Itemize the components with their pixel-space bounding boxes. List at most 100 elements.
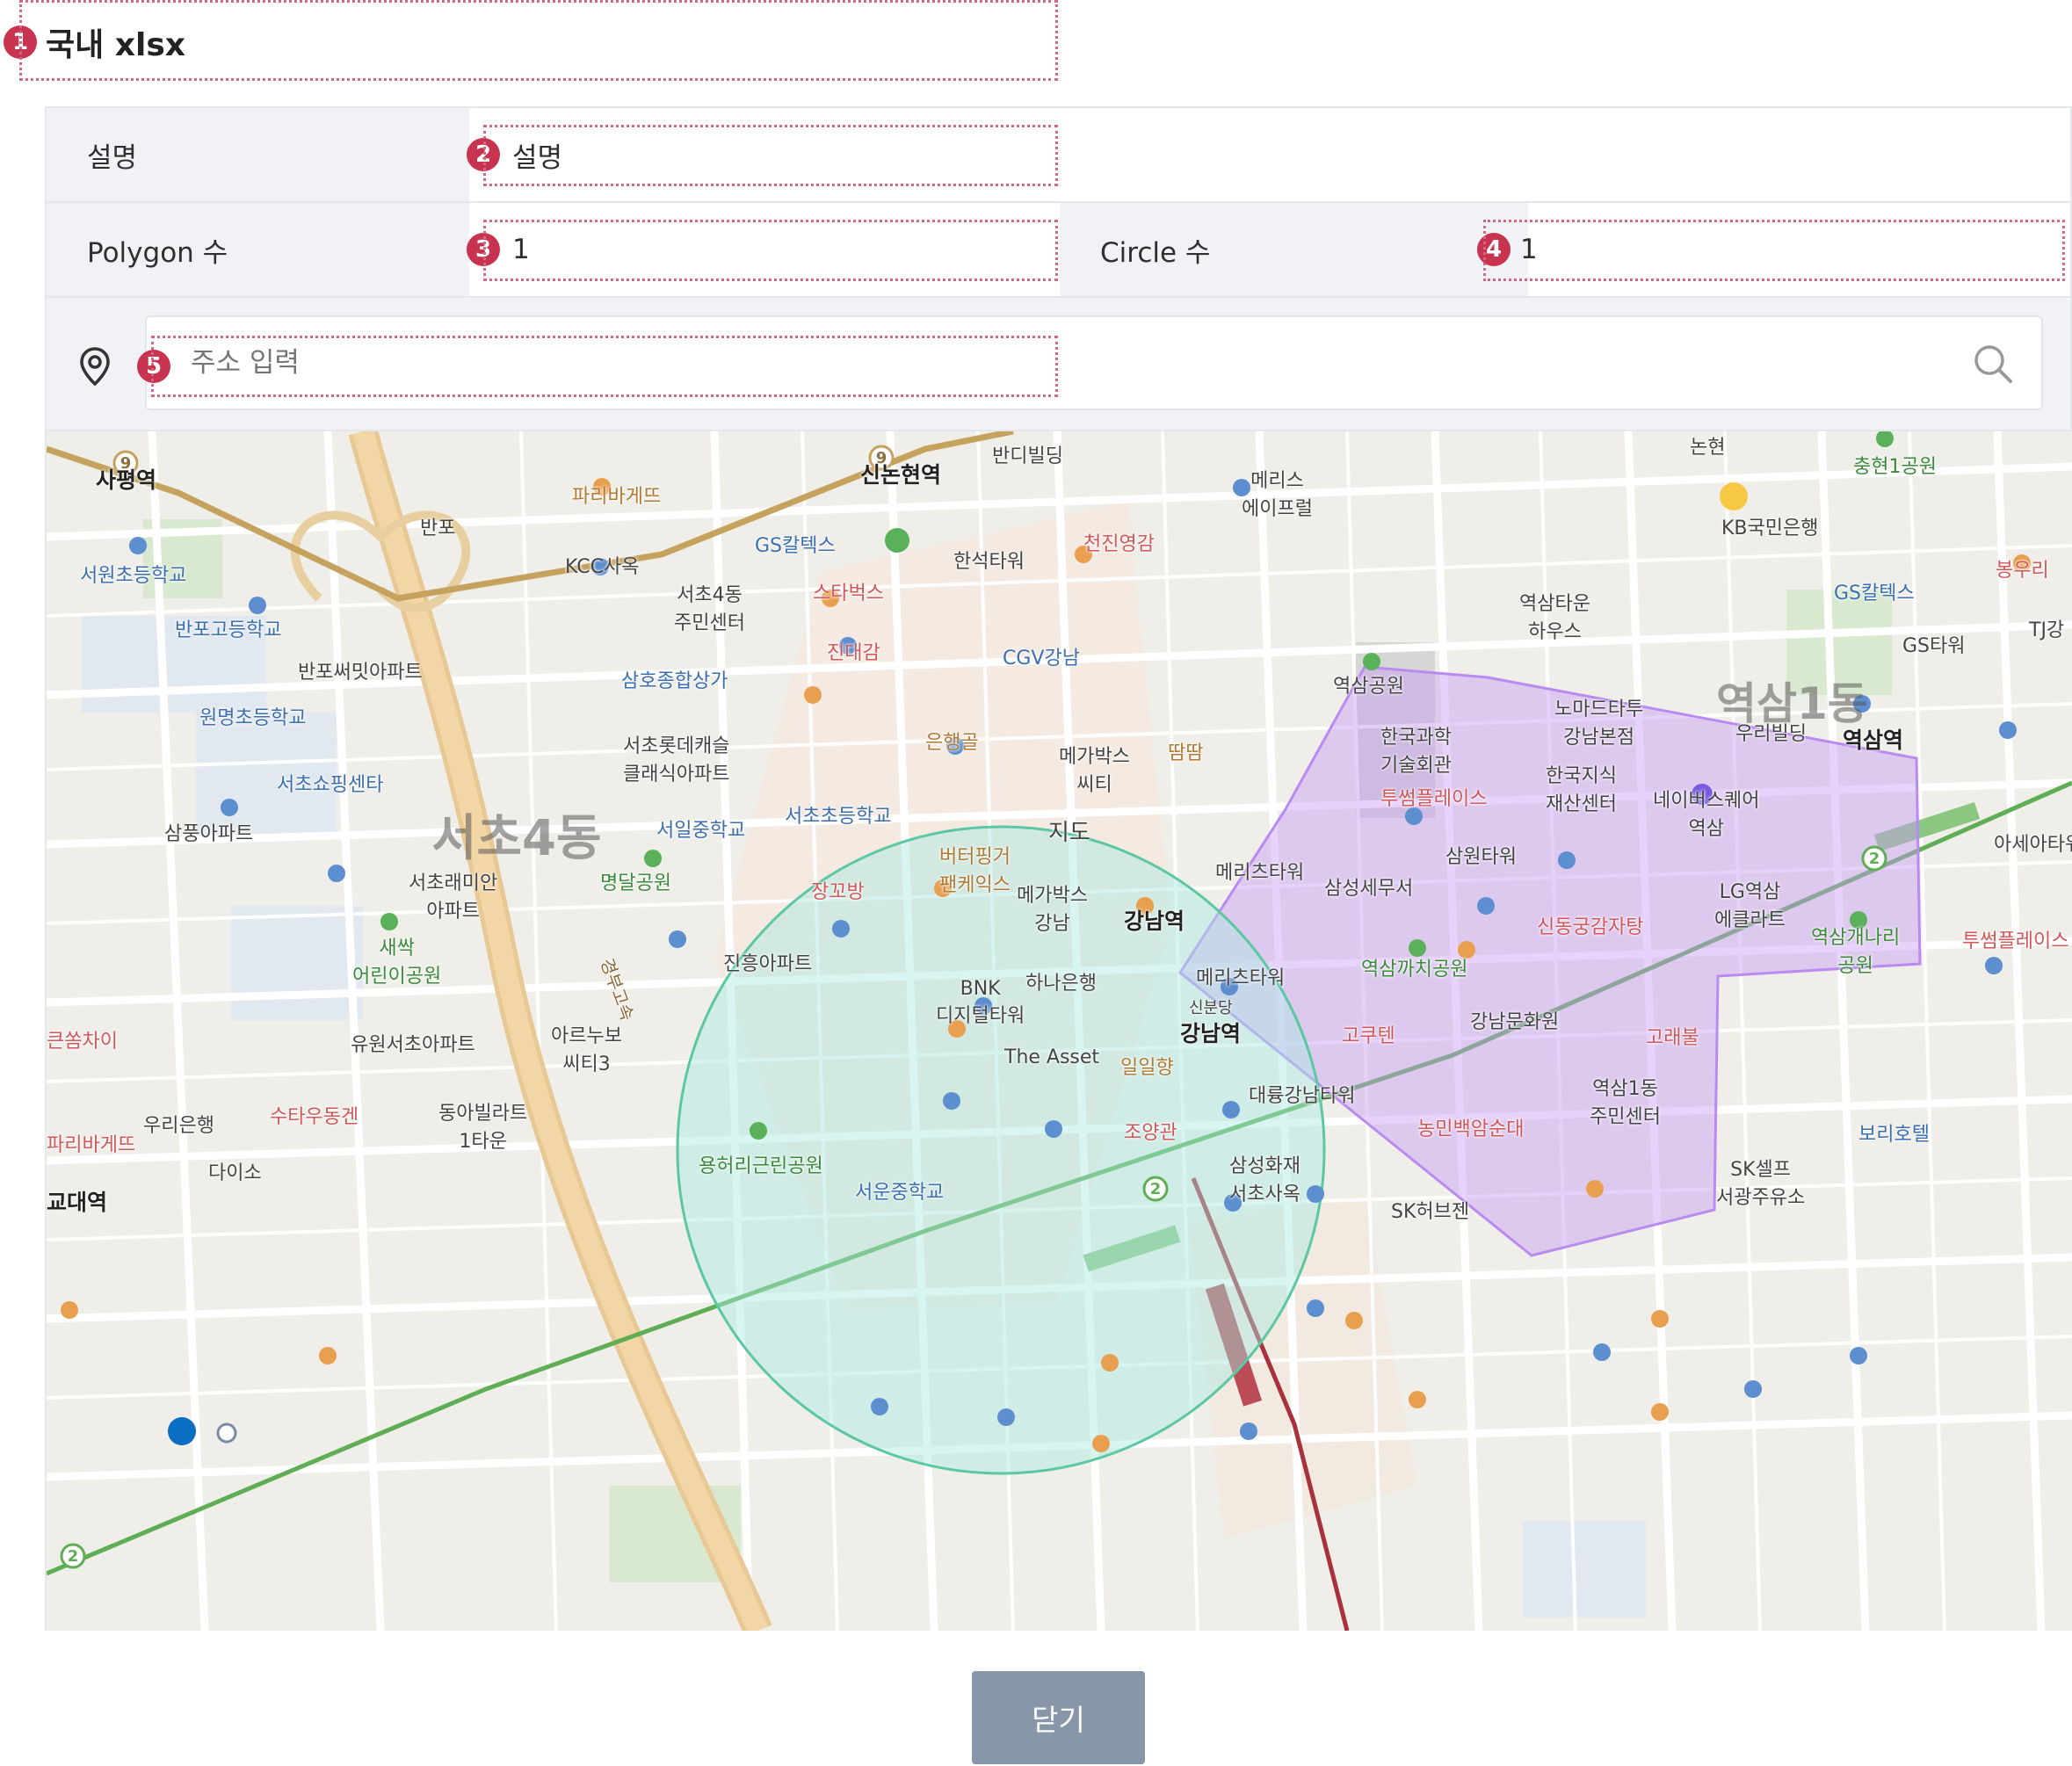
map-label-yeoksam-station: 역삼역 xyxy=(1843,727,1904,753)
map-label-nonhyeon: 논현 xyxy=(1690,437,1726,459)
map-label-banpo-high: 반포고등학교 xyxy=(175,619,282,641)
map-label-gokuten: 고쿠텐 xyxy=(1342,1025,1395,1047)
map-label-meris: 메리스 에이프럴 xyxy=(1242,470,1313,520)
map-label-gs-tower: GS타워 xyxy=(1902,635,1966,657)
map-label-megabox: 메가박스 씨티 xyxy=(1059,746,1130,796)
map-label-seoun: 서운중학교 xyxy=(855,1182,945,1204)
map-label-seoil: 서일중학교 xyxy=(656,820,746,842)
svg-text:2: 2 xyxy=(1150,1180,1162,1198)
map-label-cgv: CGV강남 xyxy=(1003,648,1080,669)
annotation-box-2 xyxy=(483,125,1058,186)
map-label-samsung-tax: 삼성세무서 xyxy=(1324,878,1414,900)
description-label: 설명 xyxy=(47,108,469,201)
map-label-twosome2: 투썸플레이스 xyxy=(1962,930,2069,952)
map-label-lg-yeoksam: LG역삼 에클라트 xyxy=(1714,881,1786,931)
map-label-paris2: 파리바게뜨 xyxy=(47,1134,136,1156)
map-label-woori-bank: 우리은행 xyxy=(143,1115,214,1137)
map-label-goraebul: 고래불 xyxy=(1646,1027,1699,1049)
map-label-sapyeong: 사평역 xyxy=(96,467,157,493)
map-label-jinheung: 진흥아파트 xyxy=(723,953,813,975)
map-label-sk-self: SK셀프 서광주유소 xyxy=(1716,1159,1806,1209)
map-label-ttamttam: 땀땀 xyxy=(1168,742,1204,764)
map-label-daiso: 다이소 xyxy=(208,1162,262,1184)
map-label-bori: 보리호텔 xyxy=(1858,1124,1930,1146)
map-label-seocho-shopping: 서초쇼핑센타 xyxy=(277,774,384,796)
map-label-sk-hub: SK허브젠 xyxy=(1391,1201,1470,1223)
map-label-arinubo: 아르누보 씨티3 xyxy=(551,1025,622,1075)
map-label-sinnonhyeon: 신논현역 xyxy=(860,462,942,488)
map-label-sinbundang: 신분당 xyxy=(1189,999,1233,1017)
map-label-dongabillarat: 동아빌라트 1타운 xyxy=(438,1103,528,1153)
search-icon[interactable] xyxy=(1971,342,2015,389)
map-label-paris1: 파리바게뜨 xyxy=(572,486,662,508)
map-label-chunghyeon: 충현1공원 xyxy=(1853,456,1937,478)
map-label-kb: KB국민은행 xyxy=(1721,517,1819,539)
annotation-box-5 xyxy=(151,336,1058,397)
map-label-kkeumchai: 큰쏨차이 xyxy=(47,1031,118,1053)
map-label-nongmin: 농민백암순대 xyxy=(1417,1118,1525,1140)
map-label-daeryung: 대륭강남타워 xyxy=(1249,1085,1356,1107)
map-label-gangnam-station: 강남역 xyxy=(1124,908,1185,934)
map-label-yeoksam-town: 역삼타운 하우스 xyxy=(1519,593,1590,643)
map-label-science: 한국과학 기술회관 xyxy=(1380,727,1452,777)
map-label-gyodae: 교대역 xyxy=(47,1190,108,1215)
map-label-joyanggwan: 조양관 xyxy=(1124,1122,1177,1144)
map-label-gangnam-station2: 강남역 xyxy=(1180,1021,1242,1046)
map-label-samsung-fire: 삼성화재 서초사옥 xyxy=(1229,1155,1300,1205)
map-label-kcc: KCC사옥 xyxy=(565,556,640,578)
map-label-yeoksam1-center: 역삼1동 주민센터 xyxy=(1590,1078,1661,1128)
map-label-mega-tower: 메리츠타워 xyxy=(1215,862,1305,884)
map-label-yeoksam-kkachi: 역삼까치공원 xyxy=(1361,959,1468,981)
map-label-tabarugen: 수타우동겐 xyxy=(270,1106,359,1128)
map-label-butter: 버터핑거 팬케익스 xyxy=(939,846,1011,896)
map-label-hana: 하나은행 xyxy=(1025,973,1097,995)
circle-count-label: Circle 수 xyxy=(1060,203,1528,296)
map-label-the-asset: The Asset xyxy=(1004,1046,1100,1068)
map-label-wonmyeong: 원명초등학교 xyxy=(199,707,307,729)
map-label-seowon: 서원초등학교 xyxy=(80,565,187,587)
map-label-hanseok: 한석타워 xyxy=(953,551,1025,573)
map-label-ilpumyang: 일일향 xyxy=(1120,1057,1174,1079)
map-label-samwon: 삼원타워 xyxy=(1445,846,1517,868)
map-label-samho: 삼호종합상가 xyxy=(621,670,728,692)
map-label-tj: TJ강 xyxy=(2029,619,2065,641)
map-label-meritz: 메리츠타워 xyxy=(1196,967,1286,989)
svg-text:2: 2 xyxy=(1869,850,1880,868)
map-label-bongwuri: 봉우리 xyxy=(1996,560,2049,582)
map-label-lotte: 서초롯데캐슬 클래식아파트 xyxy=(623,735,730,785)
map-label-jido: 지도 xyxy=(1048,820,1090,846)
map-label-seocho-elem: 서초초등학교 xyxy=(785,806,892,828)
map-label-yeoksam-park: 역삼공원 xyxy=(1333,676,1404,698)
close-button[interactable]: 닫기 xyxy=(972,1671,1145,1764)
map-label-cheonjin: 천진영감 xyxy=(1083,533,1155,555)
map-label-banpo-ic: 반포 xyxy=(420,517,456,539)
svg-text:2: 2 xyxy=(68,1547,79,1566)
map-label-raemian: 서초래미안 아파트 xyxy=(409,872,498,923)
map-label-woori-building: 우리빌딩 xyxy=(1735,723,1807,745)
map-label-twosome1: 투썸플레이스 xyxy=(1380,788,1488,810)
map-label-starbucks: 스타벅스 xyxy=(813,583,884,604)
map-label-yongheori: 용허리근린공원 xyxy=(699,1155,823,1177)
map-label-megabox-gangnam: 메가박스 강남 xyxy=(1017,885,1088,935)
map-label-seocho4dong: 서초4동 xyxy=(431,810,602,867)
map-label-eunhaenggol: 은행골 xyxy=(925,732,979,754)
map-label-asia-tower: 아세아타워 xyxy=(1994,834,2072,856)
polygon-count-label: Polygon 수 xyxy=(47,203,469,296)
map-label-knowledge: 한국지식 재산센터 xyxy=(1546,765,1617,815)
annotation-box-3 xyxy=(483,220,1058,281)
map-label-myeongdal: 명달공원 xyxy=(600,872,671,894)
map-label-gangnam-culture: 강남문화원 xyxy=(1470,1011,1560,1033)
map-label-banpo-xi: 반포써밋아파트 xyxy=(298,662,423,684)
annotation-box-1 xyxy=(19,0,1058,81)
map-label-saessak: 새싹 어린이공원 xyxy=(352,937,442,988)
map-label-gs1: GS칼텍스 xyxy=(755,535,836,557)
map-label-sampung: 삼풍아파트 xyxy=(164,823,254,845)
description-row: 설명 설명 xyxy=(47,108,2070,203)
map-label-yuwon: 유원서초아파트 xyxy=(351,1034,475,1056)
map-label-gs2: GS칼텍스 xyxy=(1834,583,1915,604)
map-label-yeoksam-gaenari: 역삼개나리 공원 xyxy=(1811,927,1901,977)
map-label-bandi: 반디빌딩 xyxy=(992,445,1063,467)
map-label-naver-square: 네이버스퀘어 역삼 xyxy=(1653,790,1760,840)
map-view[interactable]: 9 9 2 2 2 사평역 파리바게뜨 신논현역 반디빌딩 메리스 에이프럴 논… xyxy=(47,431,2072,1631)
map-label-sindong: 신동궁감자탕 xyxy=(1537,916,1644,938)
